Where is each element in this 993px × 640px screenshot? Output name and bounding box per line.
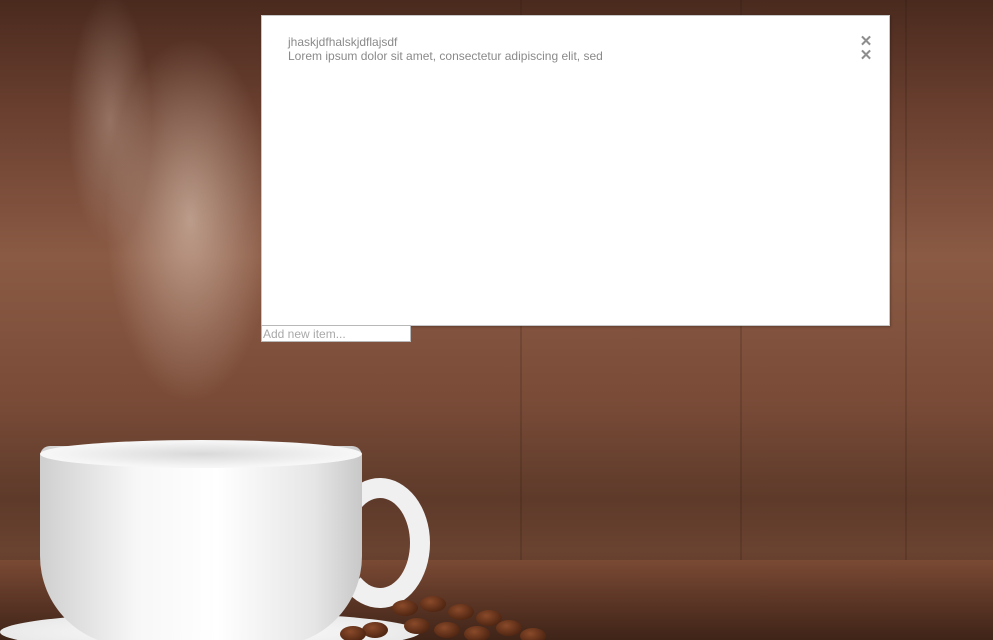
coffee-bean bbox=[434, 622, 460, 638]
close-icon[interactable]: ✕ bbox=[859, 48, 873, 63]
cup-rim bbox=[40, 440, 362, 468]
todo-item-text: jhaskjdfhalskjdflajsdf bbox=[288, 35, 398, 49]
todo-item-text: Lorem ipsum dolor sit amet, consectetur … bbox=[288, 49, 603, 63]
coffee-cup bbox=[40, 446, 362, 640]
coffee-bean bbox=[392, 600, 418, 616]
coffee-bean bbox=[420, 596, 446, 612]
todo-list-panel: jhaskjdfhalskjdflajsdf ✕ Lorem ipsum dol… bbox=[261, 15, 890, 326]
coffee-bean bbox=[464, 626, 490, 640]
todo-item: Lorem ipsum dolor sit amet, consectetur … bbox=[288, 48, 873, 63]
coffee-bean bbox=[362, 622, 388, 638]
coffee-bean bbox=[520, 628, 546, 640]
coffee-bean bbox=[404, 618, 430, 634]
coffee-bean bbox=[340, 626, 366, 640]
wood-grain-line bbox=[905, 0, 907, 560]
coffee-bean bbox=[448, 604, 474, 620]
coffee-bean bbox=[496, 620, 522, 636]
new-item-input[interactable] bbox=[261, 325, 411, 342]
todo-item: jhaskjdfhalskjdflajsdf ✕ bbox=[288, 34, 873, 49]
